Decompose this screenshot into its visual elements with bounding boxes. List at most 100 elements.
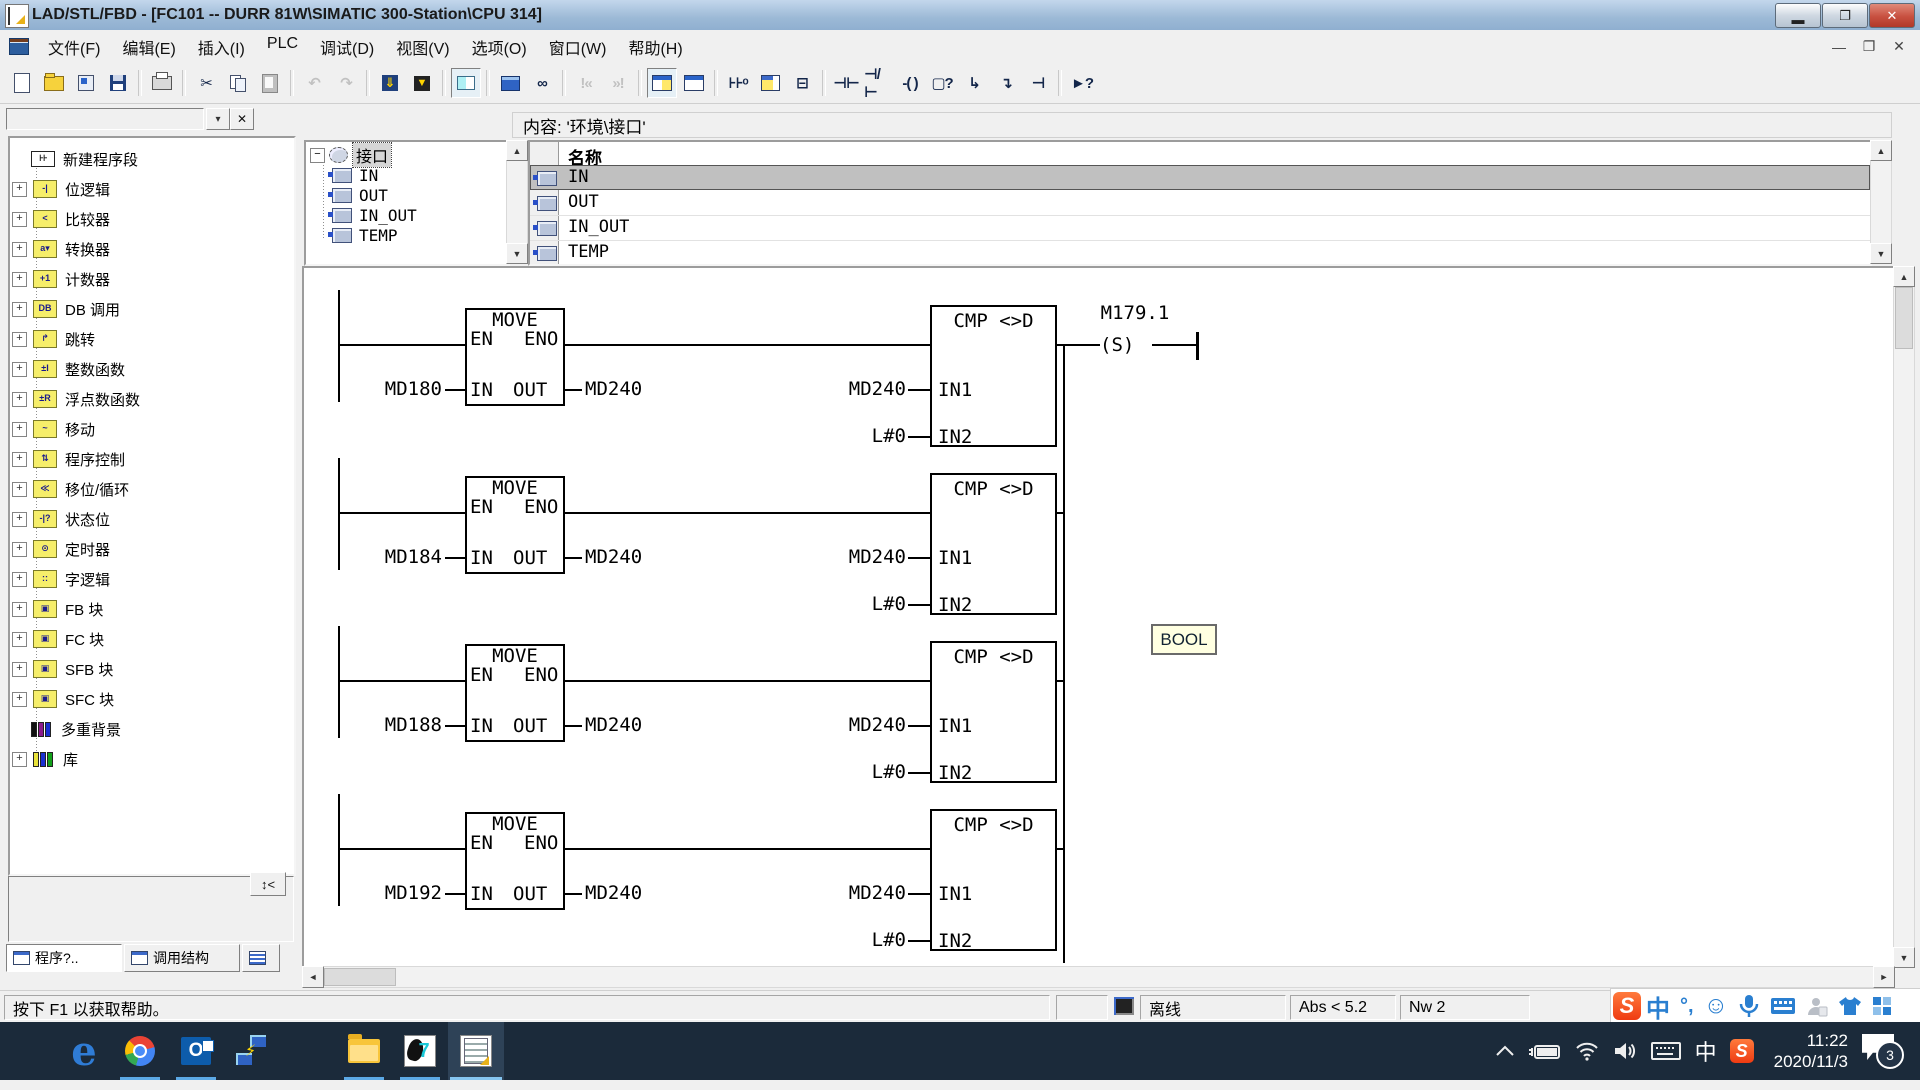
taskbar-clock[interactable]: 11:222020/11/3 [1774, 1030, 1848, 1072]
tray-chevron-icon[interactable] [1495, 1044, 1515, 1058]
editor-vscroll-thumb[interactable] [1895, 287, 1913, 349]
monitor-variable-icon[interactable]: ▼ [407, 68, 437, 98]
catalog-combo[interactable] [6, 108, 204, 130]
editor-hscrollbar[interactable] [302, 966, 1895, 988]
expand-plus-icon[interactable]: + [12, 542, 27, 557]
emoji-icon[interactable]: ☺ [1704, 992, 1729, 1020]
minimize-button[interactable]: ▬ [1775, 3, 1821, 28]
decl-scroll-down-icon[interactable]: ▼ [1870, 243, 1892, 264]
symbol-info-icon[interactable] [451, 68, 481, 98]
menu-item-2[interactable]: 编辑(E) [111, 30, 186, 64]
catalog-item-multi-instance[interactable]: 多重背景 [12, 714, 282, 744]
expand-plus-icon[interactable]: + [12, 482, 27, 497]
expand-plus-icon[interactable]: + [12, 242, 27, 257]
expand-plus-icon[interactable]: + [12, 422, 27, 437]
expand-plus-icon[interactable]: + [12, 512, 27, 527]
editor-scroll-right-icon[interactable]: ► [1873, 966, 1895, 988]
catalog-item-jump[interactable]: +↱跳转 [12, 324, 282, 354]
menu-item-3[interactable]: 插入(I) [187, 30, 256, 64]
catalog-item-comparator[interactable]: +<比较器 [12, 204, 282, 234]
catalog-item-bit-logic[interactable]: +-|位逻辑 [12, 174, 282, 204]
catalog-tab-program[interactable]: 程序?.. [6, 944, 122, 972]
interface-node-temp[interactable]: TEMP [332, 225, 398, 245]
prev-error-icon[interactable]: !« [571, 68, 601, 98]
empty-box-icon[interactable]: ▢? [927, 68, 957, 98]
copy-icon[interactable] [223, 68, 253, 98]
editor-scroll-up-icon[interactable]: ▲ [1893, 266, 1915, 287]
volume-icon[interactable] [1613, 1041, 1637, 1061]
help-select-icon[interactable]: ►? [1067, 68, 1097, 98]
save-source-icon[interactable] [71, 68, 101, 98]
catalog-item-move[interactable]: +~移动 [12, 414, 282, 444]
collapse-minus-icon[interactable]: − [310, 148, 325, 163]
catalog-item-float-math[interactable]: +±R浮点数函数 [12, 384, 282, 414]
tree-scroll-down-icon[interactable]: ▼ [506, 243, 528, 264]
monitor-onoff-icon[interactable]: ∞ [527, 68, 557, 98]
catalog-item-fb-block[interactable]: +▣FB 块 [12, 594, 282, 624]
expand-plus-icon[interactable]: + [12, 572, 27, 587]
skin-icon[interactable] [1838, 996, 1862, 1016]
interface-node-in_out[interactable]: IN_OUT [332, 205, 417, 225]
close-branch-icon[interactable]: ↴ [991, 68, 1021, 98]
paste-icon[interactable] [255, 68, 285, 98]
editor-hscroll-thumb[interactable] [324, 968, 396, 986]
expand-plus-icon[interactable]: + [12, 452, 27, 467]
contact-nc-icon[interactable]: ⊣/⊢ [863, 68, 893, 98]
editor-vscrollbar[interactable] [1893, 266, 1915, 968]
mdi-child-icon[interactable] [9, 38, 29, 55]
catalog-item-program-control[interactable]: +⇅程序控制 [12, 444, 282, 474]
symbol-table-icon[interactable]: ⊟ [787, 68, 817, 98]
catalog-item-status-bits[interactable]: +-|?状态位 [12, 504, 282, 534]
catalog-item-fc-block[interactable]: +▣FC 块 [12, 624, 282, 654]
catalog-item-timer[interactable]: +⊙定时器 [12, 534, 282, 564]
table-row[interactable]: IN [530, 165, 1870, 190]
editor-scroll-down-icon[interactable]: ▼ [1893, 947, 1915, 968]
catalog-item-shift-rotate[interactable]: +≪移位/循环 [12, 474, 282, 504]
catalog-item-db-call[interactable]: +DBDB 调用 [12, 294, 282, 324]
outlook-icon[interactable]: O [168, 1022, 224, 1080]
expand-plus-icon[interactable]: + [12, 752, 27, 767]
menu-item-5[interactable]: 调试(D) [309, 30, 385, 64]
menu-item-7[interactable]: 选项(O) [461, 30, 538, 64]
sogou-logo-icon[interactable]: S [1613, 992, 1641, 1020]
interface-node-in[interactable]: IN [332, 165, 378, 185]
wifi-icon[interactable] [1575, 1041, 1599, 1061]
catalog-pin-icon[interactable]: ▾ [206, 108, 230, 130]
splitter-toggle-button[interactable]: ↕< [250, 872, 286, 896]
redo-icon[interactable]: ↷ [331, 68, 361, 98]
pg-connection-icon[interactable]: ⚡ [224, 1022, 280, 1080]
menu-item-8[interactable]: 窗口(W) [538, 30, 618, 64]
catalog-item-library[interactable]: +库 [12, 744, 282, 774]
restore-button[interactable]: ❐ [1822, 3, 1868, 28]
expand-plus-icon[interactable]: + [12, 392, 27, 407]
expand-plus-icon[interactable]: + [12, 362, 27, 377]
expand-plus-icon[interactable]: + [12, 302, 27, 317]
connection-icon[interactable] [495, 68, 525, 98]
mdi-restore-button[interactable]: ❐ [1856, 36, 1882, 58]
expand-plus-icon[interactable]: + [12, 212, 27, 227]
catalog-tab-call-structure[interactable]: 调用结构 [124, 944, 240, 972]
catalog-item-word-logic[interactable]: +::字逻辑 [12, 564, 282, 594]
chrome-icon[interactable] [112, 1022, 168, 1080]
touch-keyboard-icon[interactable] [1651, 1041, 1681, 1061]
expand-plus-icon[interactable]: + [12, 692, 27, 707]
new-icon[interactable] [7, 68, 37, 98]
expand-plus-icon[interactable]: + [12, 332, 27, 347]
close-button[interactable]: ✕ [1869, 3, 1915, 28]
new-network-icon[interactable]: ⊦⊦ᵒ [723, 68, 753, 98]
download-icon[interactable]: ⇓ [375, 68, 405, 98]
table-row[interactable]: IN_OUT [530, 215, 1870, 241]
interface-node-out[interactable]: OUT [332, 185, 388, 205]
expand-plus-icon[interactable]: + [12, 182, 27, 197]
sogou-tray-icon[interactable]: S [1730, 1039, 1754, 1063]
step7-icon[interactable]: 7 [392, 1022, 448, 1080]
catalog-item-new-network[interactable]: ⊦⊦新建程序段 [12, 144, 282, 174]
microphone-icon[interactable] [1738, 994, 1760, 1018]
lad-editor-icon[interactable] [448, 1022, 504, 1080]
editor-scroll-left-icon[interactable]: ◄ [302, 966, 324, 988]
menu-item-4[interactable]: PLC [256, 30, 309, 64]
simatic-manager-icon[interactable] [280, 1022, 336, 1080]
lad-view-icon[interactable] [647, 68, 677, 98]
catalog-item-sfb-block[interactable]: +▣SFB 块 [12, 654, 282, 684]
tree-scroll-up-icon[interactable]: ▲ [506, 140, 528, 161]
